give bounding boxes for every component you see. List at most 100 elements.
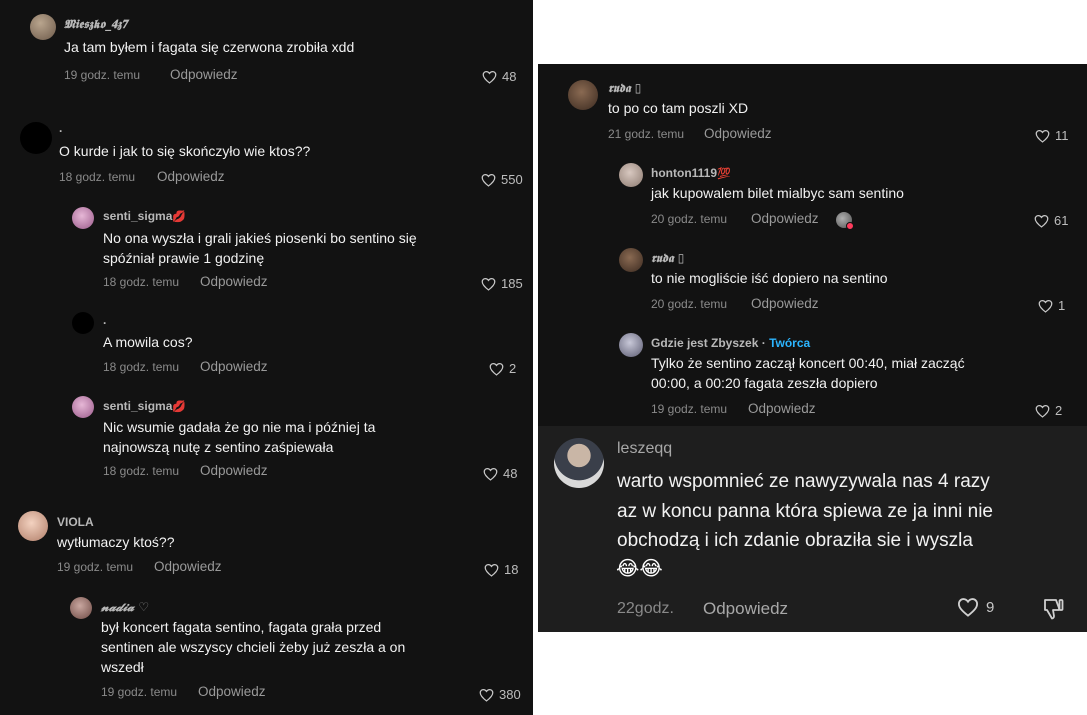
heart-icon <box>481 173 496 187</box>
heart-icon <box>484 563 499 577</box>
comment-text-line: spóźniał prawie 1 godzinę <box>103 250 265 266</box>
username[interactable]: honton1119💯 <box>651 166 731 180</box>
reply-button[interactable]: Odpowiedz <box>704 126 772 141</box>
reply-button[interactable]: Odpowiedz <box>154 559 222 574</box>
like-button[interactable]: 2 <box>1035 403 1062 418</box>
heart-icon <box>1035 404 1050 418</box>
like-count: 48 <box>502 69 517 84</box>
timestamp: 18 godz. temu <box>103 360 180 374</box>
like-button[interactable]: 61 <box>1034 213 1068 228</box>
username[interactable]: senti_sigma💋 <box>103 209 186 223</box>
comment-text: A mowila cos? <box>103 334 193 350</box>
heart-icon <box>1038 299 1053 313</box>
timestamp: 19 godz. temu <box>101 685 178 699</box>
comment-text-line: 00:00, a 00:20 fagata zeszła dopiero <box>651 375 878 391</box>
reply-button[interactable]: Odpowiedz <box>703 599 788 619</box>
username[interactable]: VIOLA <box>57 515 94 529</box>
like-count: 185 <box>501 276 523 291</box>
comment-text: O kurde i jak to się skończyło wie ktos?… <box>59 143 311 159</box>
heart-icon <box>482 70 497 84</box>
reply-button[interactable]: Odpowiedz <box>200 274 268 289</box>
like-button[interactable]: 48 <box>483 466 517 481</box>
like-button[interactable]: 18 <box>484 562 518 577</box>
laughing-emoji: 😂😂 <box>616 558 663 580</box>
reply-button[interactable]: Odpowiedz <box>170 67 238 82</box>
comment-text: jak kupowalem bilet mialbyc sam sentino <box>651 185 904 201</box>
username[interactable]: leszeqq <box>617 440 672 458</box>
comment-text-line: najnowszą nutę z sentino zaśpiewała <box>103 439 334 455</box>
reply-button[interactable]: Odpowiedz <box>200 359 268 374</box>
like-button[interactable]: 11 <box>1035 128 1069 143</box>
like-count: 2 <box>509 361 517 376</box>
username[interactable]: 𝓷𝓪𝓭𝓲𝓪 ♡ <box>101 600 149 615</box>
reply-button[interactable]: Odpowiedz <box>157 169 225 184</box>
comment-text-line: No ona wyszła i grali jakieś piosenki bo… <box>103 230 417 246</box>
comment-highlight-panel: leszeqq warto wspomnieć ze nawyzywala na… <box>538 426 1087 632</box>
comment-text-line: Tylko że sentino zaczął koncert 00:40, m… <box>651 355 965 371</box>
like-count: 11 <box>1055 128 1069 143</box>
comments-panel-left-top: 𝕸𝖎𝖊𝖘𝖟𝖐𝖔_𝟒𝖟𝟕 Ja tam byłem i fagata się cz… <box>0 0 533 497</box>
timestamp: 18 godz. temu <box>103 275 180 289</box>
comments-panel-left-bottom: VIOLA wytłumaczy ktoś?? 19 godz. temu Od… <box>0 497 533 715</box>
avatar[interactable] <box>72 396 94 418</box>
dislike-button[interactable] <box>1041 597 1065 626</box>
heart-icon <box>1034 214 1049 228</box>
timestamp: 19 godz. temu <box>64 68 141 82</box>
avatar[interactable] <box>72 312 94 334</box>
heart-icon <box>479 688 494 702</box>
like-button[interactable]: 2 <box>489 361 516 376</box>
like-button[interactable]: 1 <box>1038 298 1065 313</box>
avatar[interactable] <box>72 207 94 229</box>
username[interactable]: . <box>103 313 106 327</box>
avatar[interactable] <box>18 511 48 541</box>
reply-button[interactable]: Odpowiedz <box>198 684 266 699</box>
avatar[interactable] <box>20 122 52 154</box>
username[interactable]: Gdzie jest Zbyszek · Twórca <box>651 336 810 350</box>
like-button[interactable]: 48 <box>482 69 516 84</box>
like-count: 18 <box>504 562 519 577</box>
timestamp: 21 godz. temu <box>608 127 685 141</box>
avatar[interactable] <box>554 438 604 488</box>
comment-text-line: był koncert fagata sentino, fagata grała… <box>101 619 382 635</box>
thumbs-down-icon <box>1044 599 1064 620</box>
heart-icon <box>489 362 504 376</box>
like-count: 380 <box>499 687 521 702</box>
username[interactable]: . <box>59 121 62 135</box>
heart-icon <box>957 598 979 617</box>
reply-button[interactable]: Odpowiedz <box>200 463 268 478</box>
timestamp: 19 godz. temu <box>57 560 134 574</box>
reply-button[interactable]: Odpowiedz <box>751 296 819 311</box>
comment-text-line: az w koncu panna która spiewa ze ja inni… <box>617 501 994 522</box>
avatar[interactable] <box>568 80 598 110</box>
username[interactable]: 𝖗𝖚𝖉𝖆 ▯ <box>651 251 684 266</box>
like-button[interactable]: 550 <box>481 172 523 187</box>
reply-button[interactable]: Odpowiedz <box>748 401 816 416</box>
comment-text-line: warto wspomnieć ze nawyzywala nas 4 razy <box>617 471 990 492</box>
timestamp: 22godz. <box>617 600 674 617</box>
avatar[interactable] <box>619 248 643 272</box>
timestamp: 20 godz. temu <box>651 297 728 311</box>
avatar[interactable] <box>70 597 92 619</box>
comment-text: to nie mogliście iść dopiero na sentino <box>651 270 888 286</box>
reply-button[interactable]: Odpowiedz <box>751 211 819 226</box>
like-count: 9 <box>986 598 995 616</box>
like-button[interactable]: 380 <box>479 687 521 702</box>
comment-text-line: Nic wsumie gadała że go nie ma i później… <box>103 419 376 435</box>
like-count: 1 <box>1058 298 1066 313</box>
username[interactable]: senti_sigma💋 <box>103 399 186 413</box>
comment-text: to po co tam poszli XD <box>608 100 749 116</box>
avatar[interactable] <box>619 333 643 357</box>
username[interactable]: 𝖗𝖚𝖉𝖆 ▯ <box>608 81 641 96</box>
username[interactable]: 𝕸𝖎𝖊𝖘𝖟𝖐𝖔_𝟒𝖟𝟕 <box>64 17 127 32</box>
timestamp: 19 godz. temu <box>651 402 728 416</box>
avatar[interactable] <box>619 163 643 187</box>
like-count: 48 <box>503 466 518 481</box>
timestamp: 18 godz. temu <box>59 170 136 184</box>
like-count: 550 <box>501 172 523 187</box>
heart-icon <box>481 277 496 291</box>
avatar[interactable] <box>30 14 56 40</box>
creator-liked-icon <box>836 212 854 230</box>
like-button[interactable]: 9 <box>957 597 994 617</box>
like-button[interactable]: 185 <box>481 276 523 291</box>
timestamp: 20 godz. temu <box>651 212 728 226</box>
